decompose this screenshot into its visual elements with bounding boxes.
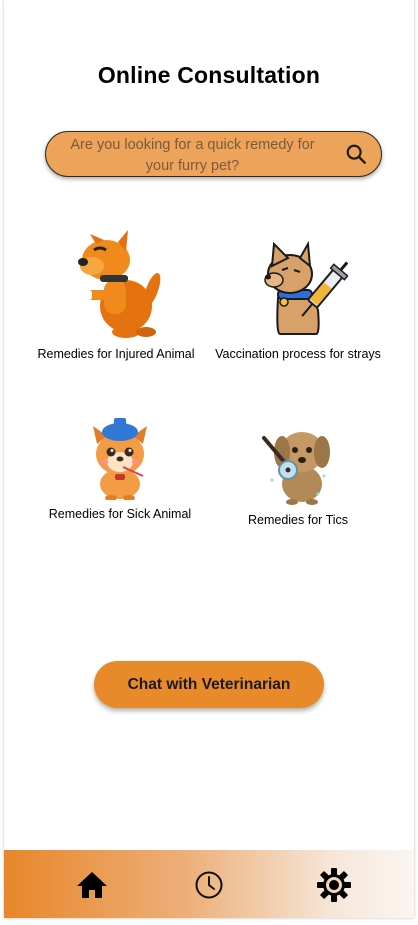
category-sick-animal[interactable]: Remedies for Sick Animal [25, 414, 215, 522]
category-tics[interactable]: Remedies for Tics [203, 424, 393, 528]
category-label: Vaccination process for strays [215, 347, 381, 361]
app-screen: Online Consultation Are you looking for … [4, 0, 414, 918]
category-vaccination[interactable]: Vaccination process for strays [203, 240, 393, 362]
gear-icon[interactable] [316, 867, 352, 903]
clock-icon[interactable] [194, 870, 224, 900]
nav-home[interactable] [74, 867, 110, 903]
search-icon[interactable] [345, 143, 367, 165]
search-placeholder[interactable]: Are you looking for a quick remedy for y… [60, 135, 325, 177]
category-label: Remedies for Sick Animal [48, 507, 192, 521]
sick-dog-icon [93, 418, 147, 500]
category-injured-animal[interactable]: Remedies for Injured Animal [21, 228, 211, 362]
nav-settings[interactable] [316, 867, 352, 903]
page-title: Online Consultation [97, 62, 321, 88]
home-icon[interactable] [75, 870, 109, 900]
injured-dog-icon [78, 230, 161, 338]
vaccination-dog-icon [264, 240, 348, 335]
search-bar[interactable]: Are you looking for a quick remedy for y… [45, 131, 382, 177]
category-label: Remedies for Tics [247, 513, 349, 527]
bottom-navigation [4, 850, 414, 918]
nav-history[interactable] [191, 867, 227, 903]
category-label: Remedies for Injured Animal [37, 347, 195, 361]
tick-dog-icon [262, 432, 330, 505]
chat-with-veterinarian-button[interactable]: Chat with Veterinarian [94, 661, 324, 708]
